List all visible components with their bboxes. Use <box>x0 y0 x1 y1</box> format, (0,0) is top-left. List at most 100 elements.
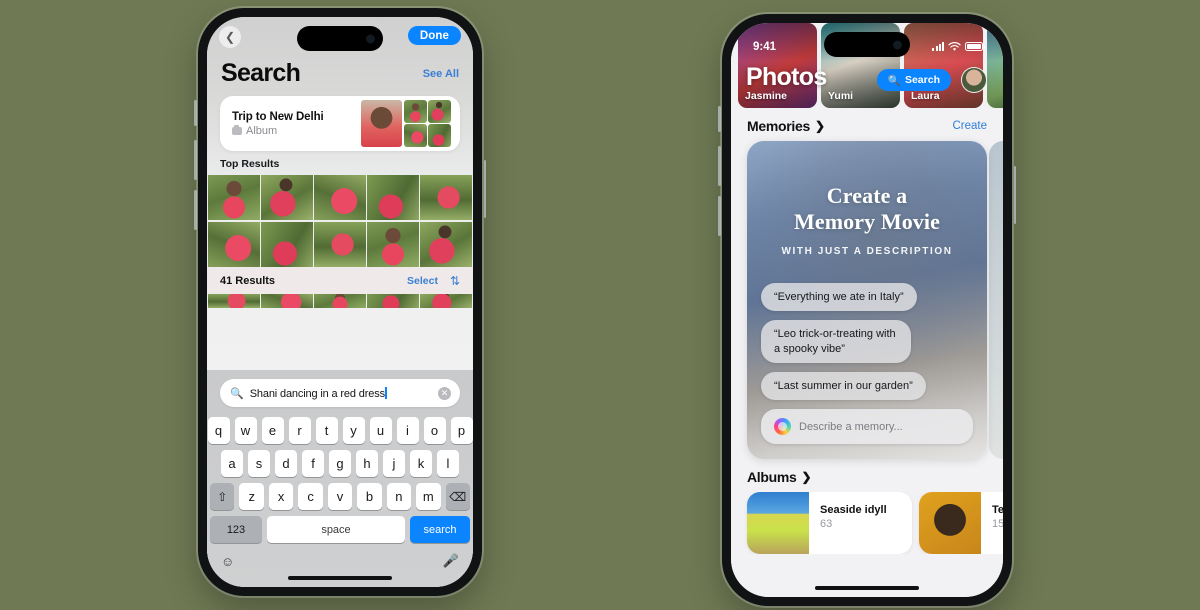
photo-cell[interactable] <box>208 293 260 308</box>
create-memory-button[interactable]: Create <box>952 120 987 132</box>
key-j[interactable]: j <box>383 450 405 477</box>
memory-card-peek[interactable] <box>989 141 1003 459</box>
photo-cell[interactable] <box>208 175 260 220</box>
album-result-card[interactable]: Trip to New Delhi Album <box>220 96 460 151</box>
describe-memory-input[interactable]: Describe a memory... <box>761 409 973 445</box>
photo-cell[interactable] <box>367 175 419 220</box>
albums-title: Albums <box>747 469 797 485</box>
key-g[interactable]: g <box>329 450 351 477</box>
key-u[interactable]: u <box>369 417 392 444</box>
key-s[interactable]: s <box>248 450 270 477</box>
power-button[interactable] <box>483 160 486 218</box>
key-i[interactable]: i <box>396 417 419 444</box>
wifi-icon <box>948 41 961 51</box>
mute-switch[interactable] <box>194 100 197 126</box>
photo-cell[interactable] <box>314 293 366 308</box>
volume-down-button[interactable] <box>718 196 721 236</box>
key-v[interactable]: v <box>327 483 353 510</box>
photo-cell[interactable] <box>261 175 313 220</box>
sort-icon[interactable]: ⇅ <box>450 274 460 288</box>
search-key[interactable]: search <box>410 516 470 543</box>
photo-cell[interactable] <box>420 175 472 220</box>
key-e[interactable]: e <box>261 417 284 444</box>
key-w[interactable]: w <box>234 417 257 444</box>
key-r[interactable]: r <box>288 417 311 444</box>
search-input[interactable]: 🔍 Shani dancing in a red dress ✕ <box>220 379 460 407</box>
apple-intelligence-icon <box>774 418 791 436</box>
space-key[interactable]: space <box>267 516 405 543</box>
right-screen: Jasmine Yumi Laura 9:41 Photos 🔍 Search … <box>731 23 1003 597</box>
photo-cell[interactable] <box>314 175 366 220</box>
keyboard-row-1: q w e r t y u i o p <box>207 417 473 444</box>
status-indicators <box>932 41 985 52</box>
key-t[interactable]: t <box>315 417 338 444</box>
album-name: Test <box>992 504 1003 516</box>
photo-cell[interactable] <box>261 221 313 267</box>
album-thumbnail <box>360 99 402 147</box>
volume-up-button[interactable] <box>718 146 721 186</box>
person-name: Yumi <box>828 90 854 102</box>
key-b[interactable]: b <box>357 483 382 510</box>
key-a[interactable]: a <box>221 450 243 477</box>
keyboard: q w e r t y u i o p a s d f g h j k l ⇧ … <box>207 417 473 553</box>
see-all-link[interactable]: See All <box>423 68 459 80</box>
done-button[interactable]: Done <box>407 26 461 45</box>
volume-down-button[interactable] <box>194 190 197 230</box>
account-avatar[interactable] <box>961 67 987 93</box>
album-tile[interactable]: Test 159 <box>919 492 1003 554</box>
select-button[interactable]: Select <box>407 275 438 287</box>
memories-title-group[interactable]: Memories ❯ <box>747 118 825 134</box>
photo-cell[interactable] <box>420 293 472 308</box>
key-q[interactable]: q <box>207 417 230 444</box>
key-o[interactable]: o <box>423 417 446 444</box>
album-tile[interactable]: Seaside idyll 63 <box>747 492 912 554</box>
mute-switch[interactable] <box>718 106 721 132</box>
numbers-key[interactable]: 123 <box>210 516 262 543</box>
key-d[interactable]: d <box>275 450 297 477</box>
suggestion-chip[interactable]: “Leo trick-or-treating with a spooky vib… <box>761 320 911 363</box>
memory-movie-card[interactable]: Create a Memory Movie WITH JUST A DESCRI… <box>747 141 987 459</box>
key-m[interactable]: m <box>416 483 441 510</box>
chevron-right-icon: ❯ <box>814 119 825 133</box>
chevron-left-icon: ❮ <box>224 30 236 44</box>
album-card-meta: Trip to New Delhi Album <box>232 111 361 137</box>
key-x[interactable]: x <box>268 483 294 510</box>
photo-cell[interactable] <box>367 221 419 267</box>
microphone-icon[interactable]: 🎤 <box>443 553 459 569</box>
shift-icon[interactable]: ⇧ <box>210 483 235 510</box>
clear-icon[interactable]: ✕ <box>438 386 451 400</box>
backspace-icon[interactable]: ⌫ <box>445 483 470 510</box>
keyboard-accessory-row: ☺ 🎤 <box>207 553 473 587</box>
key-f[interactable]: f <box>302 450 324 477</box>
emoji-icon[interactable]: ☺ <box>221 554 234 569</box>
back-button[interactable]: ❮ <box>219 26 241 48</box>
home-indicator <box>288 575 392 580</box>
albums-carousel: Seaside idyll 63 Test 159 <box>731 492 1003 554</box>
key-n[interactable]: n <box>386 483 412 510</box>
photo-cell[interactable] <box>261 293 313 308</box>
key-y[interactable]: y <box>342 417 365 444</box>
key-l[interactable]: l <box>437 450 459 477</box>
photo-cell[interactable] <box>420 221 472 267</box>
volume-up-button[interactable] <box>194 140 197 180</box>
photo-cell[interactable] <box>314 221 366 267</box>
suggestion-chip[interactable]: “Everything we ate in Italy” <box>761 283 917 312</box>
keyboard-row-3: ⇧ z x c v b n m ⌫ <box>210 483 470 510</box>
key-h[interactable]: h <box>356 450 378 477</box>
photo-cell[interactable] <box>367 293 419 308</box>
search-button[interactable]: 🔍 Search <box>876 69 951 91</box>
key-z[interactable]: z <box>239 483 264 510</box>
key-k[interactable]: k <box>410 450 432 477</box>
albums-title-group[interactable]: Albums ❯ <box>747 469 812 485</box>
photo-cell[interactable] <box>208 221 260 267</box>
key-c[interactable]: c <box>298 483 323 510</box>
search-input-value: Shani dancing in a red dress <box>249 387 385 400</box>
memory-card-title: Create a Memory Movie <box>747 141 987 234</box>
results-photo-grid-overflow <box>207 293 473 308</box>
power-button[interactable] <box>1013 166 1016 224</box>
suggestion-chip[interactable]: “Last summer in our garden” <box>761 371 926 401</box>
album-thumbnail <box>403 99 427 123</box>
phone-right-photos: Jasmine Yumi Laura 9:41 Photos 🔍 Search … <box>718 14 1016 606</box>
phone-left-search: ❮ Done Search See All Trip to New Delhi … <box>194 8 486 596</box>
key-p[interactable]: p <box>450 417 473 444</box>
